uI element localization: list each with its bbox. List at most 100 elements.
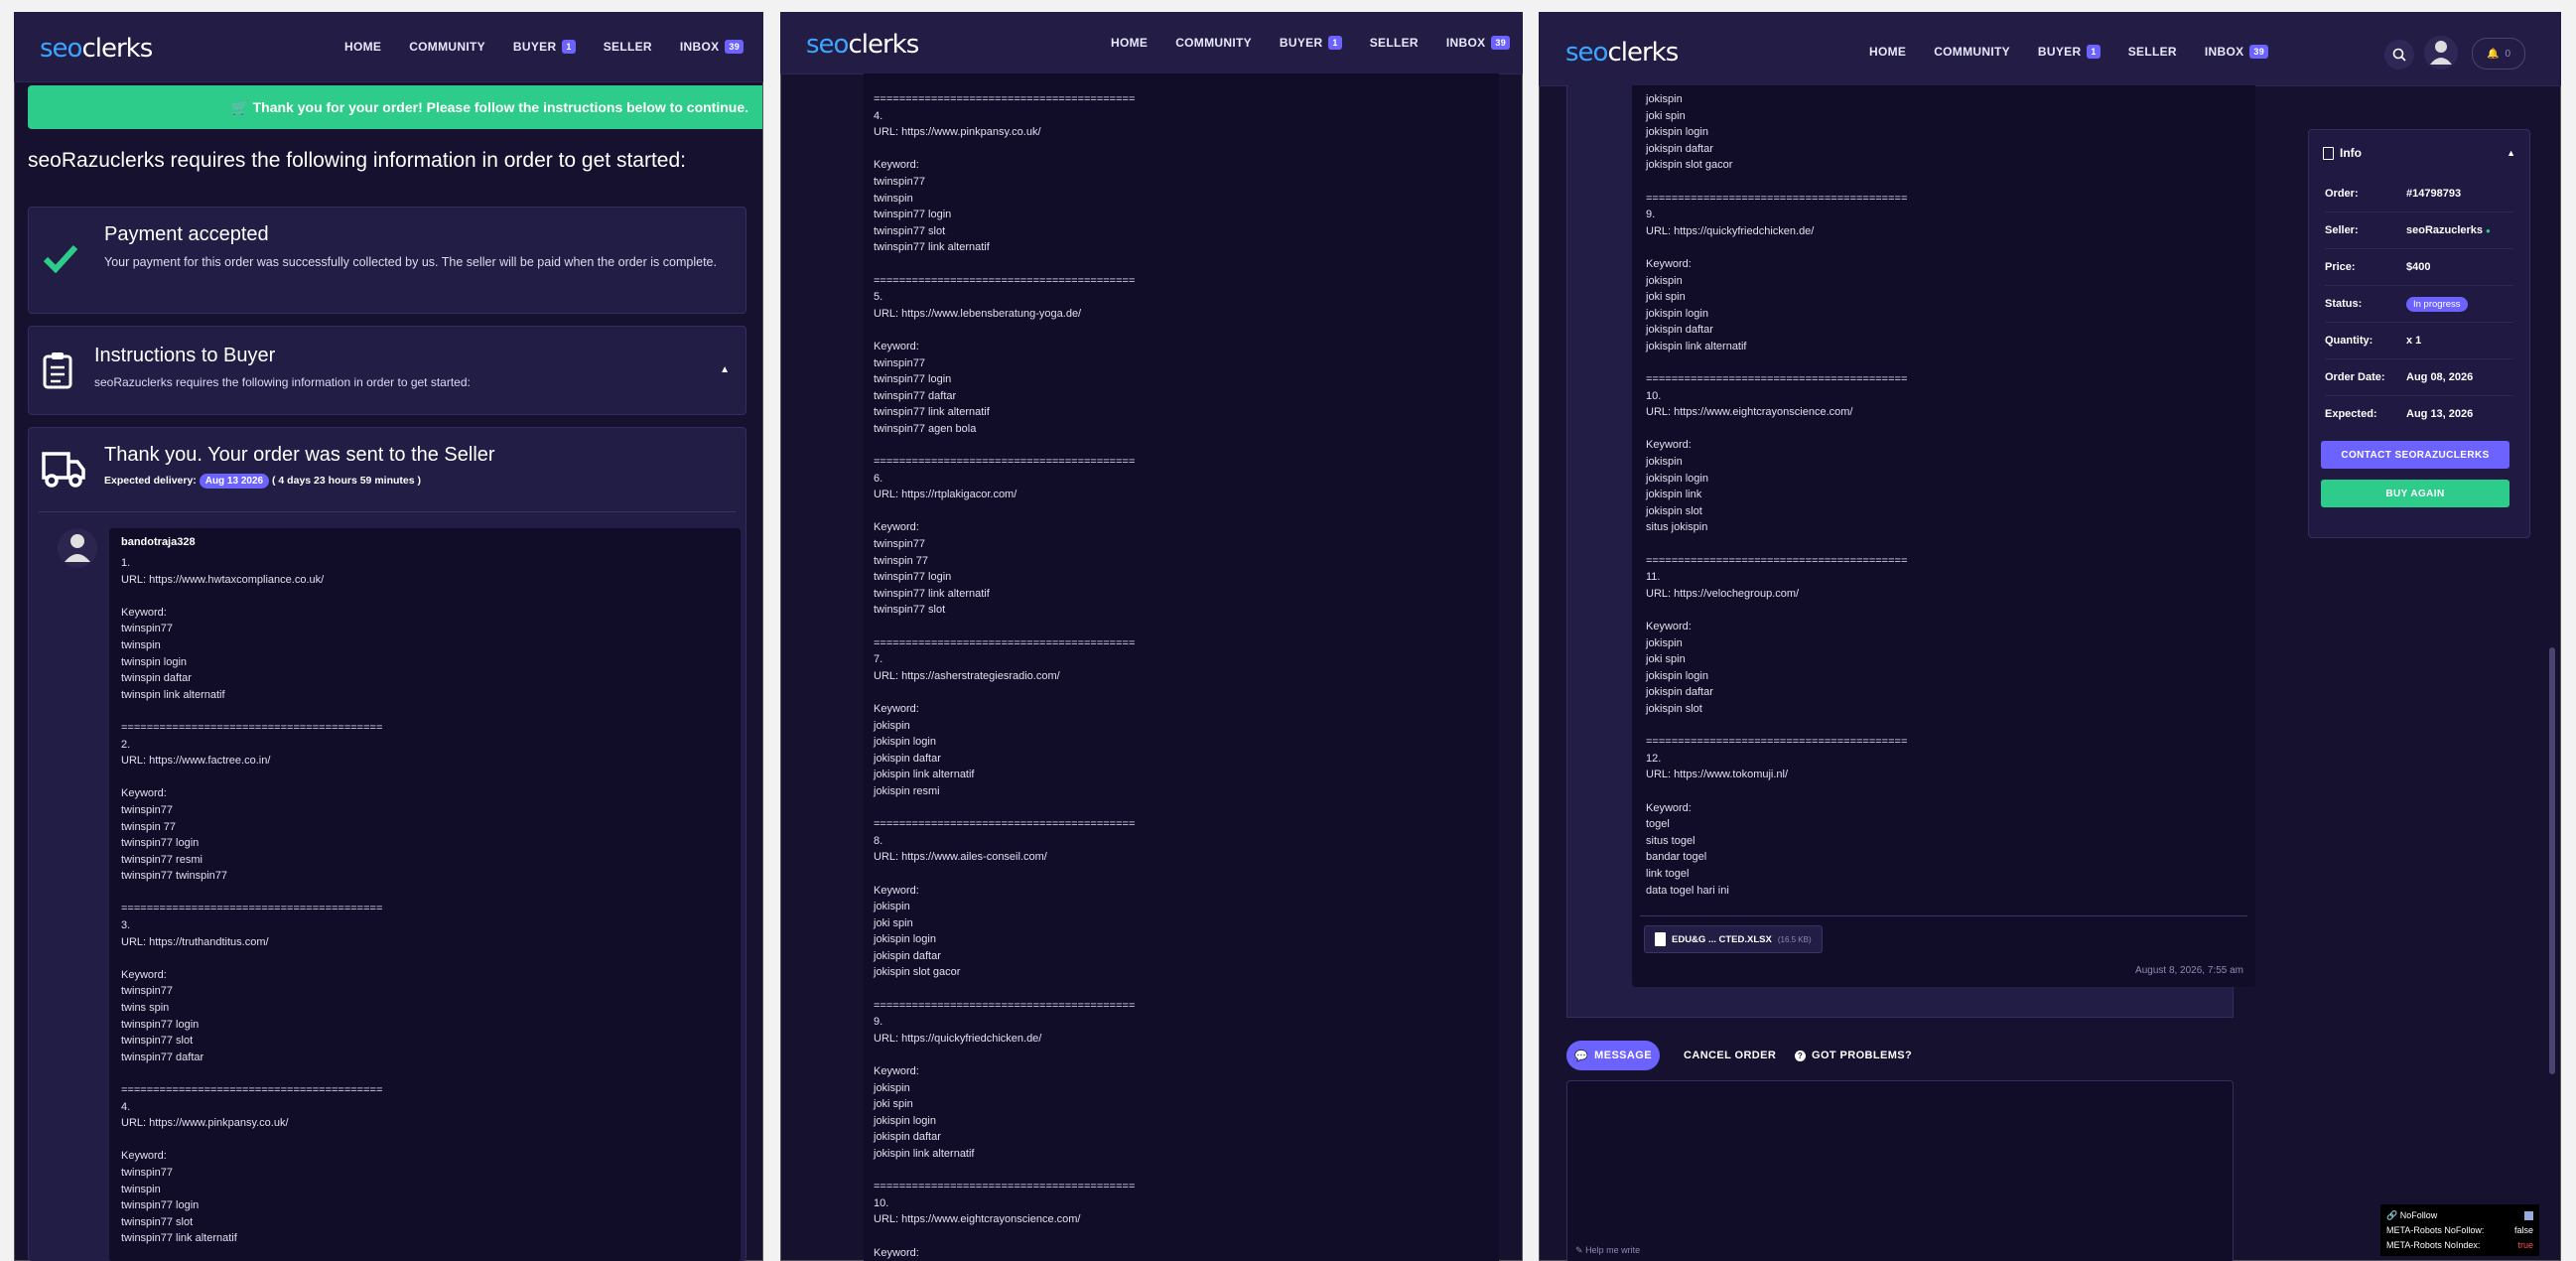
close-icon[interactable]	[2524, 1211, 2533, 1220]
checkmark-icon	[43, 244, 78, 273]
search-button[interactable]	[2384, 40, 2414, 70]
info-row-expected: Expected: Aug 13, 2026	[2325, 396, 2513, 432]
inbox-count-badge: 39	[2249, 45, 2269, 59]
info-row-order-date: Order Date: Aug 08, 2026	[2325, 359, 2513, 396]
attachment-size: (16.5 KB)	[1777, 934, 1812, 944]
help-me-write[interactable]: ✎ Help me write	[1575, 1245, 1640, 1256]
truck-icon	[42, 452, 85, 488]
seo-title-label: NoFollow	[2399, 1210, 2438, 1220]
info-label: Order:	[2325, 188, 2359, 200]
message-bubble-continued: jokispin joki spin jokispin login jokisp…	[1632, 85, 2255, 987]
nav-home[interactable]: HOME	[1869, 45, 1906, 59]
nav-community[interactable]: COMMUNITY	[409, 40, 485, 54]
nav-inbox[interactable]: INBOX 39	[2204, 45, 2269, 59]
contact-seller-button[interactable]: CONTACT SEORAZUCLERKS	[2321, 441, 2509, 469]
attachment-name: EDU&G ... CTED.XLSX	[1672, 933, 1772, 945]
nav-menu: HOME COMMUNITY BUYER 1 SELLER INBOX 39	[344, 40, 745, 54]
nav-seller[interactable]: SELLER	[2128, 45, 2177, 59]
clipboard-icon	[2323, 146, 2334, 160]
info-label: Order Date:	[2325, 371, 2385, 383]
nav-buyer[interactable]: BUYER 1	[513, 40, 576, 54]
page-heading: seoRazuclerks requires the following inf…	[28, 149, 686, 172]
info-title: Info	[2340, 146, 2362, 160]
scrollbar[interactable]	[2549, 647, 2555, 1074]
nav-inbox-label: INBOX	[2204, 45, 2244, 59]
seo-overlay-header: 🔗 NoFollow	[2386, 1208, 2533, 1223]
nav-inbox[interactable]: INBOX 39	[680, 40, 745, 54]
tab-message-label: MESSAGE	[1594, 1050, 1652, 1061]
avatar[interactable]	[2424, 36, 2458, 70]
nav-buyer-label: BUYER	[2037, 45, 2082, 59]
info-header[interactable]: Info ▲	[2309, 130, 2529, 176]
message-composer[interactable]: ✎ Help me write	[1566, 1080, 2234, 1261]
collapse-caret-icon[interactable]: ▲	[2507, 148, 2515, 158]
seo-row-label: META-Robots NoIndex:	[2386, 1240, 2481, 1250]
tab-got-problems[interactable]: ? GOT PROBLEMS?	[1795, 1041, 1912, 1070]
nav-seller[interactable]: SELLER	[1370, 36, 1419, 50]
info-row-seller: Seller: seoRazuclerks ●	[2325, 212, 2513, 249]
inbox-count-badge: 39	[725, 40, 745, 54]
order-info-panel: Info ▲ Order: #14798793 Seller: seoRazucle…	[2308, 129, 2530, 538]
message-body-part-2: ========================================…	[874, 93, 1136, 1259]
logo-part-seo: seo	[40, 34, 82, 64]
message-bubble-continued: ========================================…	[864, 73, 1499, 1261]
info-row-price: Price: $400	[2325, 249, 2513, 286]
divider	[1640, 915, 2247, 916]
divider	[39, 511, 736, 512]
user-avatar-icon	[2430, 41, 2452, 65]
order-success-banner: 🛒 Thank you for your order! Please follo…	[28, 85, 762, 129]
chat-icon: 💬	[1574, 1050, 1589, 1062]
logo-part-clerks: clerks	[848, 30, 919, 60]
logo-part-clerks: clerks	[1607, 38, 1679, 68]
logo[interactable]: seoclerks	[40, 34, 153, 64]
info-label: Price:	[2325, 261, 2356, 273]
nav-seller[interactable]: SELLER	[604, 40, 652, 54]
nav-menu: HOME COMMUNITY BUYER 1 SELLER INBOX 39	[1869, 45, 2269, 59]
tab-cancel-order[interactable]: CANCEL ORDER	[1684, 1041, 1776, 1070]
tab-message[interactable]: 💬 MESSAGE	[1566, 1041, 1660, 1070]
logo-part-clerks: clerks	[81, 34, 153, 64]
notification-count: 0	[2505, 48, 2510, 60]
top-nav: seoclerks HOME COMMUNITY BUYER 1 SELLER I…	[780, 12, 1523, 74]
message-body-part-1: 1. URL: https://www.hwtaxcompliance.co.u…	[121, 557, 383, 1245]
nav-home[interactable]: HOME	[1111, 36, 1148, 50]
nav-home[interactable]: HOME	[344, 40, 381, 54]
info-label: Status:	[2325, 298, 2363, 310]
collapse-caret-icon[interactable]: ▲	[720, 364, 730, 375]
seo-row-nofollow: META-Robots NoFollow: false	[2386, 1223, 2533, 1238]
attachment-chip[interactable]: EDU&G ... CTED.XLSX (16.5 KB)	[1644, 925, 1823, 953]
nav-community[interactable]: COMMUNITY	[1175, 36, 1252, 50]
question-icon: ?	[1795, 1050, 1806, 1061]
payment-title: Payment accepted	[104, 223, 269, 245]
info-row-quantity: Quantity: x 1	[2325, 323, 2513, 359]
seller-link[interactable]: seoRazuclerks	[2406, 224, 2483, 236]
logo[interactable]: seoclerks	[1565, 38, 1679, 68]
nav-buyer[interactable]: BUYER 1	[1280, 36, 1342, 50]
info-label: Expected:	[2325, 408, 2377, 420]
top-nav: seoclerks HOME COMMUNITY BUYER 1 SELLER I…	[14, 12, 763, 82]
message-author: bandotraja328	[121, 536, 196, 548]
expected-date-badge: Aug 13 2026	[199, 474, 270, 489]
logo-part-seo: seo	[1565, 38, 1608, 68]
clipboard-icon	[43, 352, 72, 389]
seo-extension-overlay: 🔗 NoFollow META-Robots NoFollow: false ME…	[2380, 1204, 2539, 1256]
nav-community[interactable]: COMMUNITY	[1934, 45, 2010, 59]
file-icon	[1655, 932, 1666, 946]
nav-menu: HOME COMMUNITY BUYER 1 SELLER INBOX 39	[1111, 36, 1511, 50]
user-avatar-icon	[65, 534, 90, 562]
seo-row-label: META-Robots NoFollow:	[2386, 1225, 2485, 1235]
payment-text: Your payment for this order was successf…	[104, 255, 717, 269]
instructions-text: seoRazuclerks requires the following inf…	[94, 375, 471, 389]
message-body-part-3: jokispin joki spin jokispin login jokisp…	[1646, 93, 1908, 897]
buyer-count-badge: 1	[2087, 45, 2101, 59]
help-me-write-label: Help me write	[1585, 1245, 1641, 1255]
logo[interactable]: seoclerks	[806, 30, 919, 60]
instructions-card[interactable]: Instructions to Buyer seoRazuclerks requ…	[28, 326, 746, 415]
nav-inbox[interactable]: INBOX 39	[1446, 36, 1511, 50]
buy-again-button[interactable]: BUY AGAIN	[2321, 480, 2509, 507]
nav-buyer[interactable]: BUYER 1	[2038, 45, 2101, 59]
buyer-count-badge: 1	[562, 40, 576, 54]
seo-title: 🔗 NoFollow	[2386, 1210, 2438, 1220]
notifications-button[interactable]: 🔔 0	[2472, 38, 2525, 70]
order-date-value: Aug 08, 2026	[2406, 371, 2474, 383]
